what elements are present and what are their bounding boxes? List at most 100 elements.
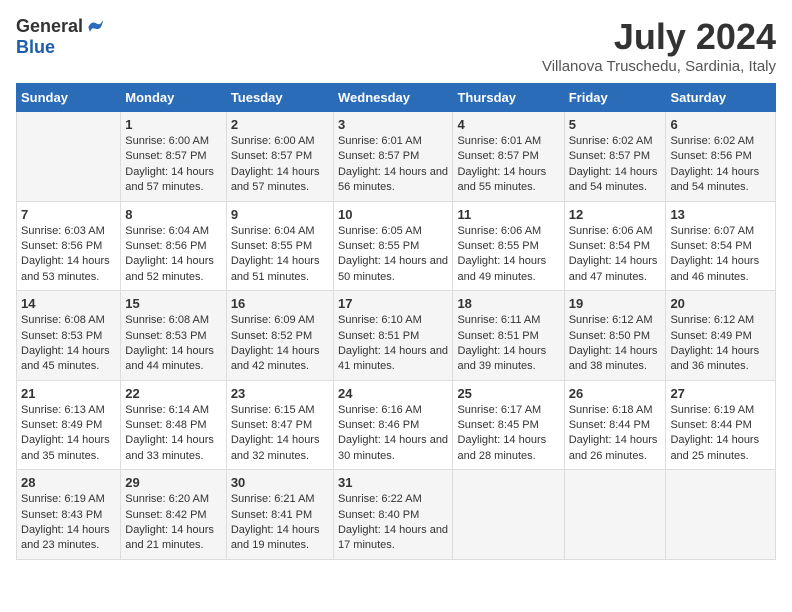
calendar-header-row: SundayMondayTuesdayWednesdayThursdayFrid…	[17, 84, 776, 112]
cell-info: Sunrise: 6:19 AMSunset: 8:44 PMDaylight:…	[670, 403, 771, 465]
day-number: 26	[569, 386, 662, 401]
calendar-cell: 17Sunrise: 6:10 AMSunset: 8:51 PMDayligh…	[333, 291, 452, 381]
day-number: 27	[670, 386, 771, 401]
day-number: 5	[569, 117, 662, 132]
logo-blue: Blue	[16, 37, 55, 58]
day-number: 24	[338, 386, 448, 401]
header-friday: Friday	[564, 84, 666, 112]
calendar-cell: 14Sunrise: 6:08 AMSunset: 8:53 PMDayligh…	[17, 291, 121, 381]
day-number: 25	[457, 386, 559, 401]
calendar-cell: 10Sunrise: 6:05 AMSunset: 8:55 PMDayligh…	[333, 201, 452, 291]
calendar-cell: 6Sunrise: 6:02 AMSunset: 8:56 PMDaylight…	[666, 112, 776, 202]
cell-info: Sunrise: 6:04 AMSunset: 8:55 PMDaylight:…	[231, 224, 329, 286]
cell-info: Sunrise: 6:01 AMSunset: 8:57 PMDaylight:…	[338, 134, 448, 196]
calendar-cell: 29 Sunrise: 6:20 AMSunset: 8:42 PMDayligh…	[121, 470, 227, 560]
cell-info: Sunrise: 6:21 AMSunset: 8:41 PMDaylight:…	[231, 492, 329, 554]
calendar-week-row: 1Sunrise: 6:00 AMSunset: 8:57 PMDaylight…	[17, 112, 776, 202]
calendar-cell: 16 Sunrise: 6:09 AMSunset: 8:52 PMDayligh…	[226, 291, 333, 381]
month-title: July 2024	[542, 16, 776, 58]
day-number: 20	[670, 296, 771, 311]
calendar-cell: 22 Sunrise: 6:14 AMSunset: 8:48 PMDayligh…	[121, 380, 227, 470]
day-number: 16	[231, 296, 329, 311]
day-number: 18	[457, 296, 559, 311]
calendar-week-row: 21 Sunrise: 6:13 AMSunset: 8:49 PMDayligh…	[17, 380, 776, 470]
header-tuesday: Tuesday	[226, 84, 333, 112]
cell-info: Sunrise: 6:08 AMSunset: 8:53 PMDaylight:…	[21, 313, 116, 375]
calendar-cell: 20 Sunrise: 6:12 AMSunset: 8:49 PMDayligh…	[666, 291, 776, 381]
cell-info: Sunrise: 6:17 AMSunset: 8:45 PMDaylight:…	[457, 403, 559, 465]
cell-info: Sunrise: 6:19 AMSunset: 8:43 PMDaylight:…	[21, 492, 116, 554]
cell-info: Sunrise: 6:02 AMSunset: 8:57 PMDaylight:…	[569, 134, 662, 196]
cell-info: Sunrise: 6:08 AMSunset: 8:53 PMDaylight:…	[125, 313, 222, 375]
calendar-cell: 31Sunrise: 6:22 AMSunset: 8:40 PMDayligh…	[333, 470, 452, 560]
calendar-cell: 1Sunrise: 6:00 AMSunset: 8:57 PMDaylight…	[121, 112, 227, 202]
page-header: General Blue July 2024 Villanova Trusche…	[16, 16, 776, 75]
cell-info: Sunrise: 6:06 AMSunset: 8:54 PMDaylight:…	[569, 224, 662, 286]
calendar-cell: 24 Sunrise: 6:16 AMSunset: 8:46 PMDayligh…	[333, 380, 452, 470]
calendar-cell	[453, 470, 564, 560]
day-number: 3	[338, 117, 448, 132]
day-number: 7	[21, 207, 116, 222]
calendar-cell: 21 Sunrise: 6:13 AMSunset: 8:49 PMDayligh…	[17, 380, 121, 470]
header-wednesday: Wednesday	[333, 84, 452, 112]
calendar-week-row: 7 Sunrise: 6:03 AMSunset: 8:56 PMDaylight…	[17, 201, 776, 291]
calendar-cell: 28Sunrise: 6:19 AMSunset: 8:43 PMDayligh…	[17, 470, 121, 560]
cell-info: Sunrise: 6:07 AMSunset: 8:54 PMDaylight:…	[670, 224, 771, 286]
calendar-cell: 19Sunrise: 6:12 AMSunset: 8:50 PMDayligh…	[564, 291, 666, 381]
day-number: 8	[125, 207, 222, 222]
cell-info: Sunrise: 6:12 AMSunset: 8:49 PMDaylight:…	[670, 313, 771, 375]
cell-info: Sunrise: 6:14 AMSunset: 8:48 PMDaylight:…	[125, 403, 222, 465]
header-monday: Monday	[121, 84, 227, 112]
calendar-cell: 15 Sunrise: 6:08 AMSunset: 8:53 PMDayligh…	[121, 291, 227, 381]
header-saturday: Saturday	[666, 84, 776, 112]
day-number: 2	[231, 117, 329, 132]
day-number: 30	[231, 475, 329, 490]
cell-info: Sunrise: 6:20 AMSunset: 8:42 PMDaylight:…	[125, 492, 222, 554]
day-number: 4	[457, 117, 559, 132]
calendar-cell: 2Sunrise: 6:00 AMSunset: 8:57 PMDaylight…	[226, 112, 333, 202]
logo-general: General	[16, 16, 83, 37]
calendar-cell	[666, 470, 776, 560]
calendar-cell: 11Sunrise: 6:06 AMSunset: 8:55 PMDayligh…	[453, 201, 564, 291]
day-number: 13	[670, 207, 771, 222]
cell-info: Sunrise: 6:16 AMSunset: 8:46 PMDaylight:…	[338, 403, 448, 465]
calendar-cell: 23 Sunrise: 6:15 AMSunset: 8:47 PMDayligh…	[226, 380, 333, 470]
header-thursday: Thursday	[453, 84, 564, 112]
day-number: 1	[125, 117, 222, 132]
calendar-cell: 30 Sunrise: 6:21 AMSunset: 8:41 PMDayligh…	[226, 470, 333, 560]
day-number: 23	[231, 386, 329, 401]
calendar-table: SundayMondayTuesdayWednesdayThursdayFrid…	[16, 83, 776, 560]
calendar-cell: 5 Sunrise: 6:02 AMSunset: 8:57 PMDaylight…	[564, 112, 666, 202]
calendar-cell: 18Sunrise: 6:11 AMSunset: 8:51 PMDayligh…	[453, 291, 564, 381]
calendar-week-row: 14Sunrise: 6:08 AMSunset: 8:53 PMDayligh…	[17, 291, 776, 381]
day-number: 9	[231, 207, 329, 222]
logo-icon	[85, 17, 105, 37]
day-number: 19	[569, 296, 662, 311]
calendar-cell: 26Sunrise: 6:18 AMSunset: 8:44 PMDayligh…	[564, 380, 666, 470]
cell-info: Sunrise: 6:03 AMSunset: 8:56 PMDaylight:…	[21, 224, 116, 286]
day-number: 29	[125, 475, 222, 490]
cell-info: Sunrise: 6:13 AMSunset: 8:49 PMDaylight:…	[21, 403, 116, 465]
day-number: 31	[338, 475, 448, 490]
calendar-cell: 12 Sunrise: 6:06 AMSunset: 8:54 PMDayligh…	[564, 201, 666, 291]
day-number: 12	[569, 207, 662, 222]
calendar-cell: 8 Sunrise: 6:04 AMSunset: 8:56 PMDaylight…	[121, 201, 227, 291]
calendar-cell: 25 Sunrise: 6:17 AMSunset: 8:45 PMDayligh…	[453, 380, 564, 470]
day-number: 11	[457, 207, 559, 222]
header-sunday: Sunday	[17, 84, 121, 112]
cell-info: Sunrise: 6:02 AMSunset: 8:56 PMDaylight:…	[670, 134, 771, 196]
day-number: 22	[125, 386, 222, 401]
cell-info: Sunrise: 6:04 AMSunset: 8:56 PMDaylight:…	[125, 224, 222, 286]
day-number: 21	[21, 386, 116, 401]
calendar-cell: 9 Sunrise: 6:04 AMSunset: 8:55 PMDaylight…	[226, 201, 333, 291]
cell-info: Sunrise: 6:15 AMSunset: 8:47 PMDaylight:…	[231, 403, 329, 465]
cell-info: Sunrise: 6:09 AMSunset: 8:52 PMDaylight:…	[231, 313, 329, 375]
calendar-cell	[17, 112, 121, 202]
day-number: 15	[125, 296, 222, 311]
calendar-cell: 4Sunrise: 6:01 AMSunset: 8:57 PMDaylight…	[453, 112, 564, 202]
calendar-cell: 27 Sunrise: 6:19 AMSunset: 8:44 PMDayligh…	[666, 380, 776, 470]
day-number: 10	[338, 207, 448, 222]
calendar-cell: 13 Sunrise: 6:07 AMSunset: 8:54 PMDayligh…	[666, 201, 776, 291]
cell-info: Sunrise: 6:10 AMSunset: 8:51 PMDaylight:…	[338, 313, 448, 375]
logo: General Blue	[16, 16, 105, 58]
